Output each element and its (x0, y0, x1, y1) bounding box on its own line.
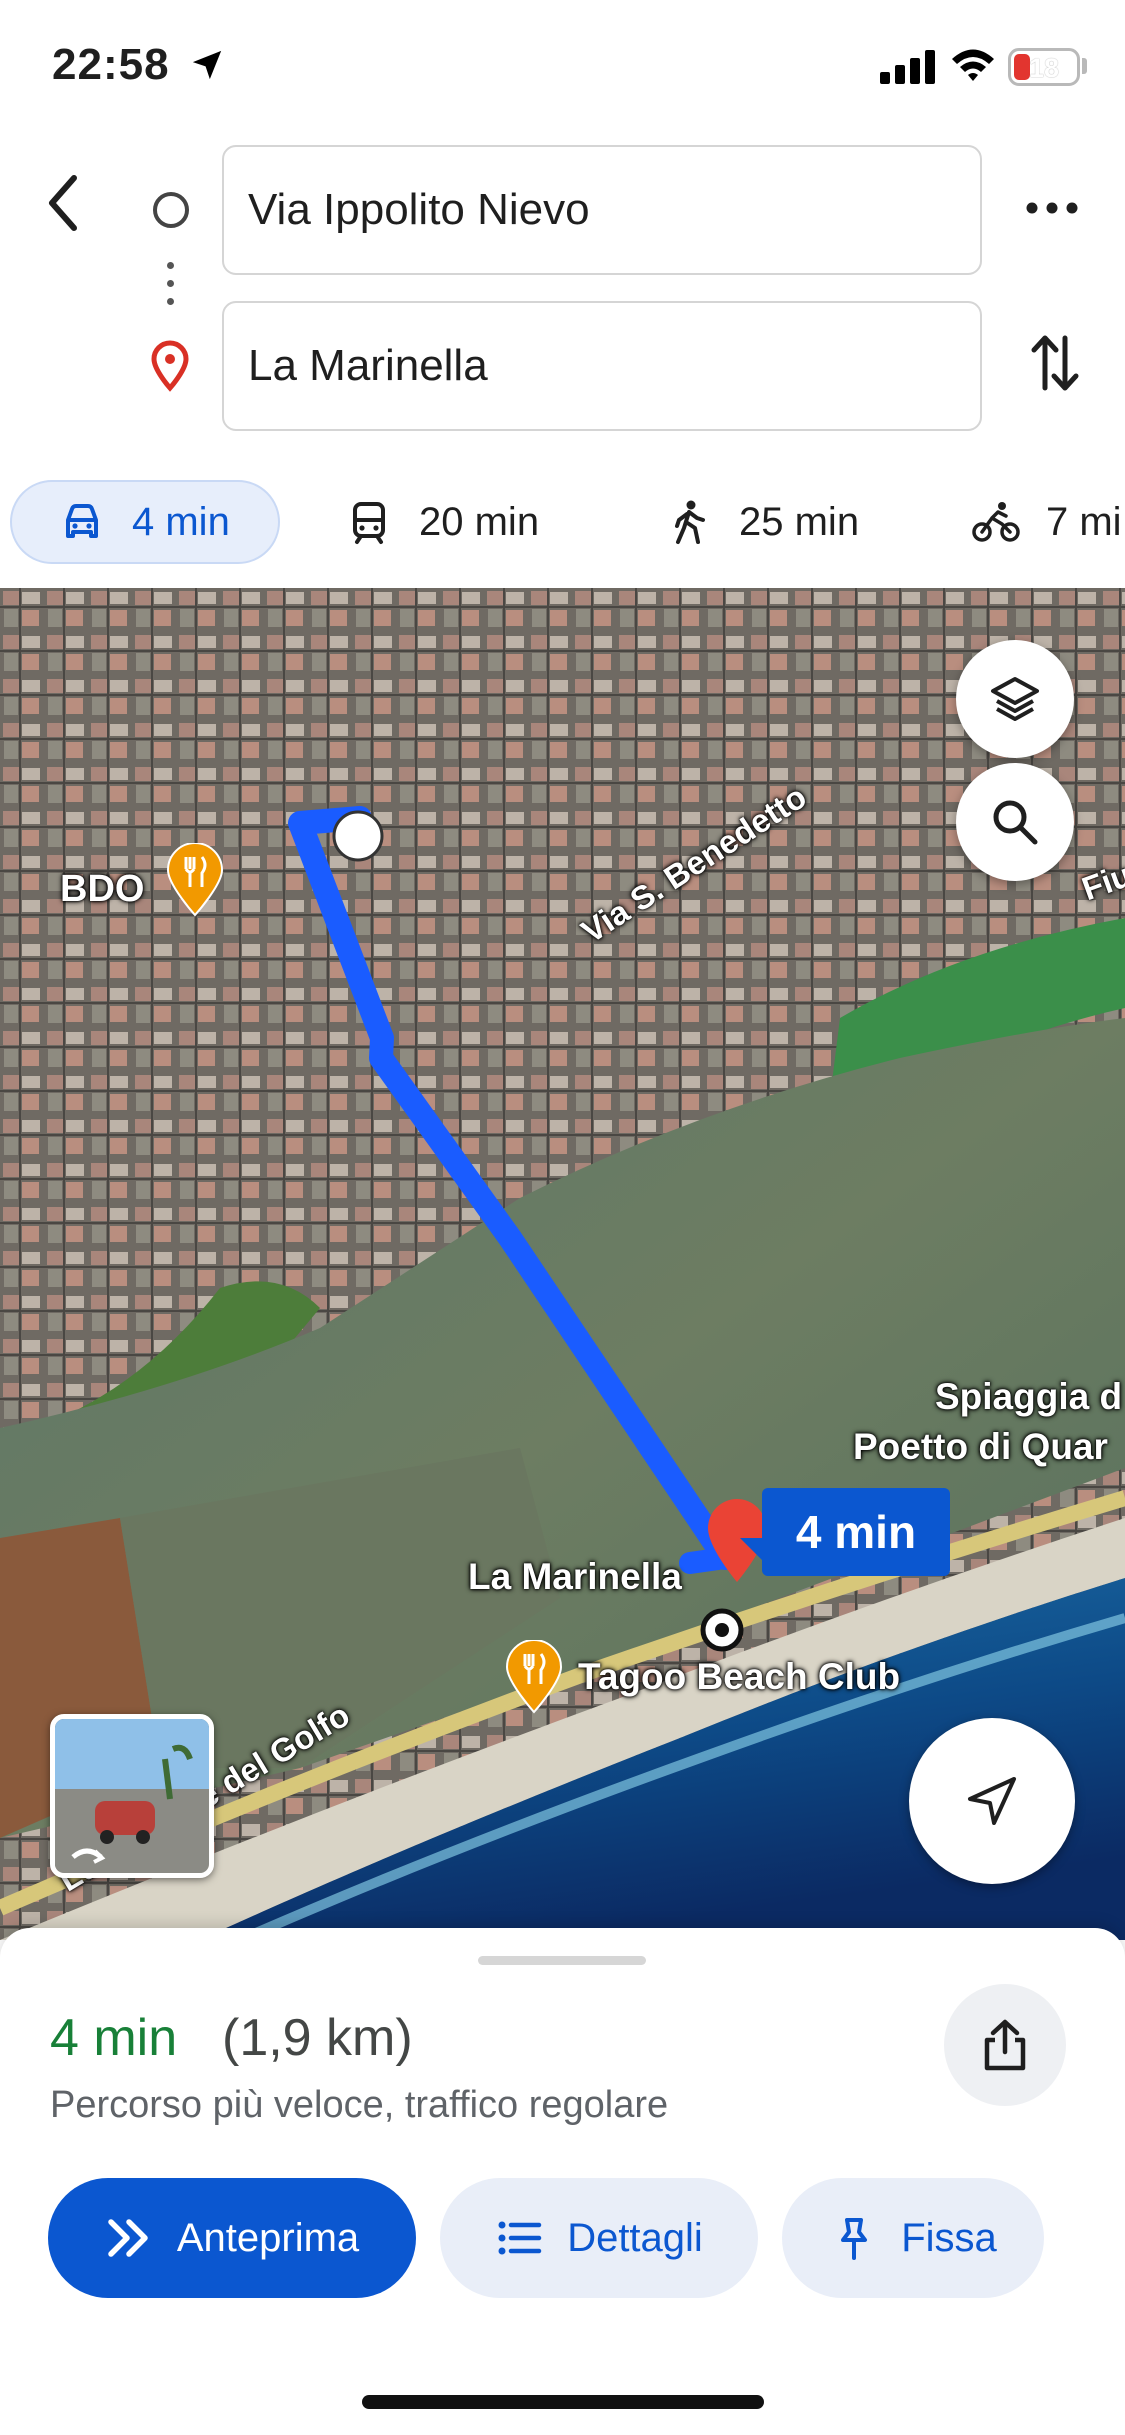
tab-bike[interactable]: 7 mi (972, 480, 1122, 564)
location-arrow-icon (192, 50, 222, 80)
train-icon (353, 502, 385, 544)
battery-icon: 18 (1008, 48, 1080, 86)
status-time: 22:58 (52, 40, 170, 89)
preview-label: Anteprima (176, 2215, 360, 2260)
tab-transit[interactable]: 20 min (345, 480, 539, 564)
sheet-drag-handle[interactable] (478, 1956, 646, 1965)
route-summary-sheet: 4 min (1,9 km) Percorso più veloce, traf… (0, 1928, 1125, 2435)
drive-time: 4 min (132, 499, 230, 544)
battery-percent: 18 (1029, 53, 1060, 83)
recenter-button[interactable] (909, 1718, 1075, 1884)
map-label-spiaggia[interactable]: Spiaggia d (935, 1376, 1122, 1418)
pin-icon (841, 2218, 868, 2260)
bike-icon (972, 502, 1020, 542)
restaurant-pin-icon[interactable] (505, 1640, 563, 1714)
preview-button[interactable]: Anteprima (48, 2178, 416, 2298)
share-button[interactable] (944, 1984, 1066, 2106)
search-along-route-button[interactable] (956, 763, 1074, 881)
route-description: Percorso più veloce, traffico regolare (50, 2084, 669, 2126)
map-view[interactable]: BDO Via S. Benedetto Fiu Spiaggia d Poet… (0, 588, 1125, 1940)
back-arrow-icon[interactable] (40, 168, 90, 238)
origin-circle-icon (153, 192, 189, 228)
origin-input[interactable]: Via Ippolito Nievo (222, 145, 982, 275)
details-label: Dettagli (567, 2215, 703, 2260)
walk-time: 25 min (739, 499, 860, 544)
layers-button[interactable] (956, 640, 1074, 758)
destination-input[interactable]: La Marinella (222, 301, 982, 431)
list-icon (498, 2221, 542, 2255)
wifi-icon (952, 49, 994, 81)
route-duration: 4 min (50, 2009, 178, 2067)
transit-time: 20 min (419, 499, 540, 544)
pin-label: Fissa (901, 2215, 997, 2260)
navigation-arrow-icon (968, 1777, 1016, 1825)
swap-direction-icon[interactable] (1030, 330, 1080, 396)
layers-icon (991, 677, 1039, 721)
street-view-image (55, 1719, 209, 1873)
cellular-signal-icon (880, 50, 935, 84)
street-view-thumbnail[interactable] (50, 1714, 214, 1878)
battery-cap (1082, 58, 1087, 74)
route-time-callout[interactable]: 4 min (762, 1488, 950, 1576)
tab-walk[interactable]: 25 min (665, 480, 859, 564)
battery-level (1014, 54, 1030, 80)
search-icon (993, 800, 1038, 845)
route-distance: (1,9 km) (222, 2009, 413, 2067)
share-icon (984, 2019, 1026, 2071)
destination-pin-icon (151, 340, 189, 392)
more-options-icon[interactable] (1022, 188, 1082, 228)
bike-time: 7 mi (1046, 499, 1122, 544)
status-bar: 22:58 18 (0, 0, 1125, 130)
route-dots-icon (167, 262, 175, 308)
restaurant-pin-icon[interactable] (166, 843, 224, 917)
home-indicator[interactable] (362, 2395, 764, 2409)
map-label-bdo[interactable]: BDO (60, 868, 144, 911)
map-label-poetto[interactable]: Poetto di Quar (853, 1426, 1108, 1468)
details-button[interactable]: Dettagli (440, 2178, 758, 2298)
pin-trip-button[interactable]: Fissa (782, 2178, 1044, 2298)
double-chevron-icon (108, 2219, 148, 2257)
walk-icon (675, 500, 705, 544)
map-label-la-marinella[interactable]: La Marinella (468, 1556, 682, 1598)
map-label-tagoo[interactable]: Tagoo Beach Club (578, 1656, 900, 1698)
tab-drive[interactable]: 4 min (10, 480, 280, 564)
car-icon (66, 504, 98, 538)
